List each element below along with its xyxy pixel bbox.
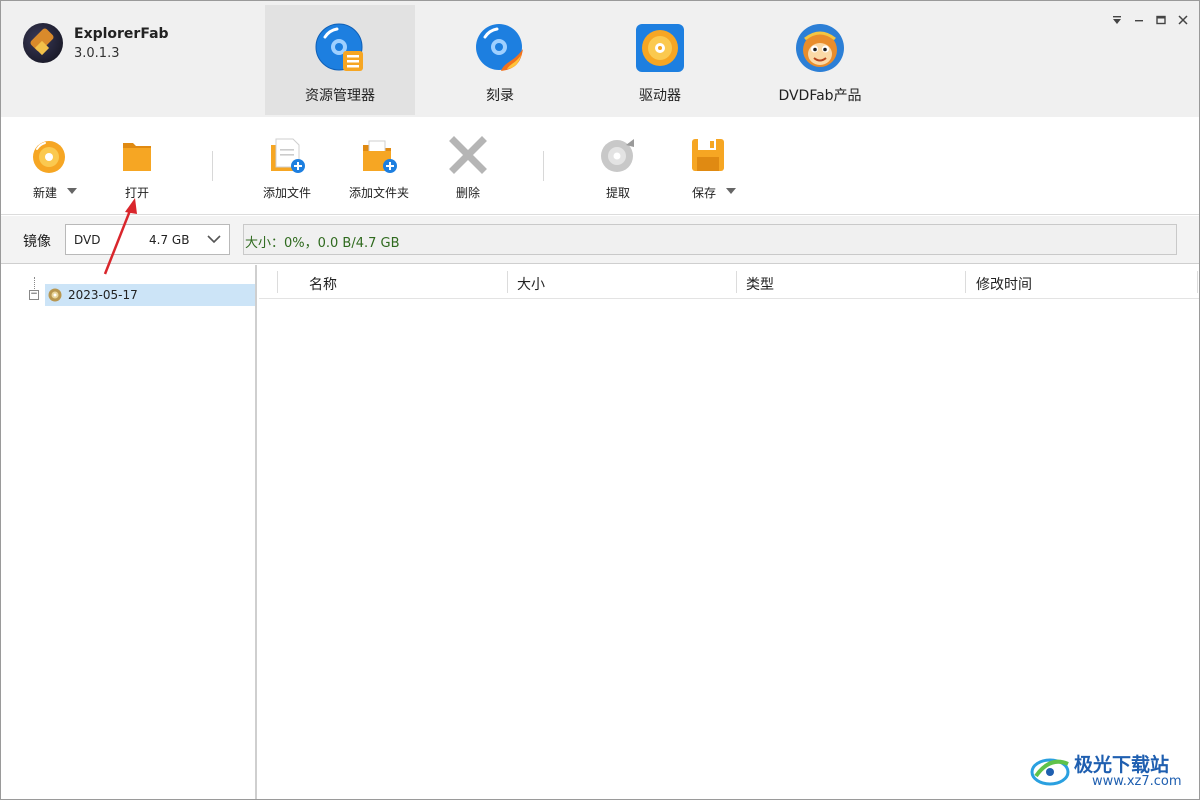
annotation-arrow-icon [103,198,137,275]
save-dropdown-caret-icon[interactable] [726,188,736,194]
delete-label: 删除 [455,186,480,200]
maximize-icon [1156,15,1166,25]
watermark-url: www.xz7.com [1092,774,1182,789]
delete-button[interactable]: 删除 [428,135,508,207]
column-divider [1197,271,1198,293]
tab-dvdfab-products[interactable]: DVDFab产品 [745,5,895,115]
maximize-button[interactable] [1153,13,1169,27]
save-floppy-icon [692,139,724,171]
extract-disc-icon [601,139,634,172]
tab-burn[interactable]: 刻录 [425,5,575,115]
disc-icon [48,288,62,302]
tree-root-label: 2023-05-17 [68,288,138,302]
tab-drive[interactable]: 驱动器 [585,5,735,115]
add-file-button[interactable]: 添加文件 [247,135,327,207]
column-divider[interactable] [736,271,737,293]
minimize-button[interactable] [1131,13,1147,27]
capacity-usage-text: 大小：0%，0.0 B/4.7 GB [245,236,400,251]
tab-dvdfab-products-label: DVDFab产品 [778,88,862,104]
close-button[interactable] [1175,13,1191,27]
toolbar: 新建 打开 添加文件 添加文件夹 删除 提取 保存 [1,117,1199,215]
file-list-panel: 名称 大小 类型 修改时间 [259,265,1199,799]
new-button[interactable]: 新建 [9,135,89,207]
column-header-type[interactable]: 类型 [746,274,774,294]
column-divider[interactable] [507,271,508,293]
menu-dropdown-button[interactable] [1109,13,1125,27]
file-list-header: 名称 大小 类型 修改时间 [259,265,1199,299]
disc-explorer-icon [315,23,363,71]
tab-drive-label: 驱动器 [639,88,681,104]
chevron-down-icon [207,235,221,244]
tab-explorer-label: 资源管理器 [305,88,375,104]
extract-label: 提取 [605,186,630,200]
new-disc-icon [33,141,65,173]
minimize-icon [1135,20,1143,22]
toolbar-divider [543,151,544,181]
dropdown-icon [1113,16,1121,24]
column-divider[interactable] [965,271,966,293]
watermark-logo-icon [1030,758,1070,786]
column-divider [277,271,278,293]
app-version: 3.0.1.3 [74,46,120,61]
tab-explorer[interactable]: 资源管理器 [265,5,415,115]
app-name: ExplorerFab [74,26,169,42]
dvdfab-monkey-icon [796,24,844,72]
app-header: ExplorerFab 3.0.1.3 资源管理器 刻录 驱动器 DVDFab产… [1,1,1199,117]
drive-icon [636,24,684,72]
add-file-icon [271,138,305,173]
open-folder-icon [123,143,151,171]
add-file-label: 添加文件 [262,186,311,200]
toolbar-divider [212,151,213,181]
close-icon [1178,15,1188,25]
disc-type-select[interactable]: DVD 4.7 GB [65,224,230,255]
tree-root-item[interactable]: 2023-05-17 [45,284,255,306]
burn-disc-icon [476,24,523,71]
save-button[interactable]: 保存 [668,135,748,207]
add-folder-label: 添加文件夹 [348,186,409,200]
column-header-name[interactable]: 名称 [309,274,337,294]
folder-tree-panel: − 2023-05-17 [1,265,257,799]
add-folder-button[interactable]: 添加文件夹 [339,135,419,207]
capacity-usage-bar: 大小：0%，0.0 B/4.7 GB [243,224,1177,255]
column-header-size[interactable]: 大小 [517,274,545,294]
explorerfab-logo-icon [23,23,63,63]
add-folder-icon [363,140,397,173]
disc-capacity-value: 4.7 GB [149,233,190,247]
delete-x-icon [449,136,487,174]
tree-collapse-toggle[interactable]: − [29,290,39,300]
app-window: ExplorerFab 3.0.1.3 资源管理器 刻录 驱动器 DVDFab产… [0,0,1200,800]
watermark-title: 极光下载站 [1074,754,1170,776]
new-dropdown-caret-icon[interactable] [67,188,77,194]
window-controls [1109,13,1191,27]
extract-button[interactable]: 提取 [578,135,658,207]
image-bar: 镜像 DVD 4.7 GB 大小：0%，0.0 B/4.7 GB [1,216,1199,264]
column-header-modified[interactable]: 修改时间 [976,274,1032,294]
site-watermark: 极光下载站 www.xz7.com [1030,750,1190,792]
tab-burn-label: 刻录 [486,88,514,104]
image-label: 镜像 [23,234,51,250]
